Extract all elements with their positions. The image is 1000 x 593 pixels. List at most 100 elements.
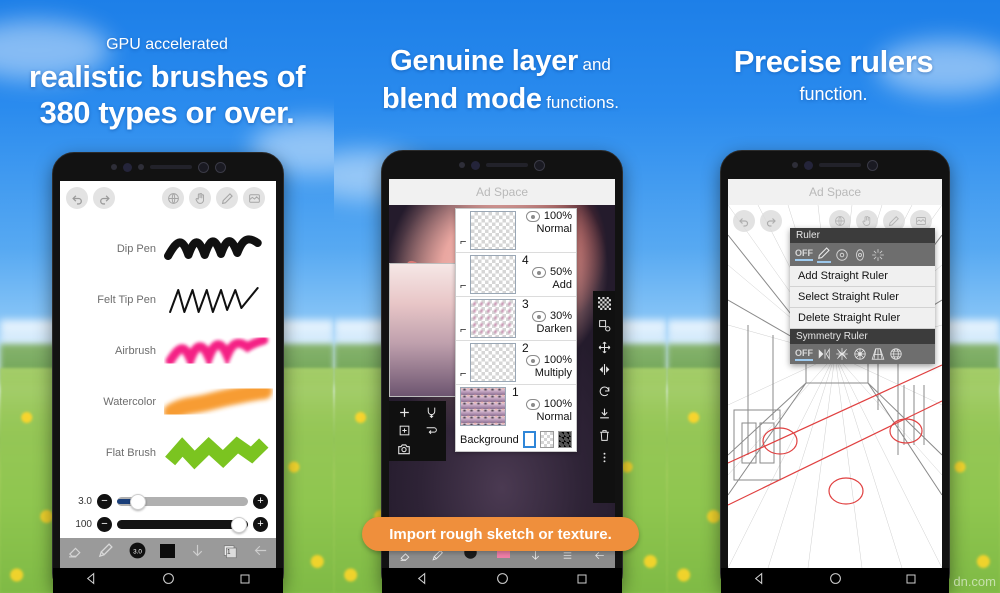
move-icon[interactable] [598, 341, 611, 354]
size-slider-knob[interactable] [129, 493, 146, 510]
eye-icon[interactable] [531, 311, 546, 322]
opacity-icon[interactable]: 3.0 [128, 541, 147, 565]
home-circle-icon[interactable] [162, 572, 175, 590]
camera-icon[interactable] [393, 442, 415, 456]
ruler-menu-item-select[interactable]: Select Straight Ruler [790, 287, 935, 308]
back-triangle-icon[interactable] [753, 572, 766, 590]
redo-icon[interactable] [93, 187, 115, 209]
kaleido-icon[interactable] [835, 347, 849, 361]
opacity-slider-track[interactable] [117, 516, 248, 533]
layer-thumbnail[interactable]: ⌐ [460, 211, 516, 250]
merge-icon[interactable] [420, 406, 442, 419]
minus-button[interactable]: − [97, 494, 112, 509]
plus-button[interactable]: + [253, 494, 268, 509]
ad-space-banner-3[interactable]: Ad Space [728, 179, 942, 205]
recents-square-icon[interactable] [576, 572, 588, 590]
pencil-icon[interactable] [216, 187, 238, 209]
flip-layer-icon[interactable] [420, 424, 442, 437]
ruler-menu-item-add[interactable]: Add Straight Ruler [790, 266, 935, 287]
home-circle-icon[interactable] [496, 572, 509, 590]
background-swatch-white[interactable] [522, 431, 537, 448]
rotate-icon[interactable] [598, 385, 611, 398]
layer-visibility-row[interactable]: 50% [522, 266, 572, 279]
layer-visibility-row[interactable]: 100% [512, 398, 572, 411]
ruler-menu-item-delete[interactable]: Delete Straight Ruler [790, 308, 935, 329]
transform-icon[interactable] [598, 319, 611, 332]
ad-space-banner-2[interactable]: Ad Space [389, 179, 615, 205]
drawing-canvas-3[interactable]: Ruler OFF Add Straight Ruler Select Stra… [728, 204, 942, 568]
brush-icon[interactable] [97, 542, 114, 564]
layer-opacity: 50% [549, 266, 572, 278]
brush-row[interactable]: Flat Brush [60, 431, 276, 475]
eye-icon[interactable] [525, 211, 540, 222]
brush-label: Felt Tip Pen [97, 293, 156, 306]
background-swatch-transparent[interactable] [540, 431, 555, 448]
undo-icon[interactable] [733, 210, 755, 232]
more-icon[interactable] [598, 451, 611, 464]
back-triangle-icon[interactable] [85, 572, 98, 590]
drawing-canvas-2[interactable]: ⌐ 100% Normal ⌐ 4 50% Add ⌐ 3 30% Darken… [389, 205, 615, 568]
down-arrow-icon[interactable] [189, 542, 206, 564]
layer-row[interactable]: ⌐ 4 50% Add [456, 253, 576, 297]
recents-square-icon[interactable] [239, 572, 251, 590]
globe-icon[interactable] [162, 187, 184, 209]
undo-icon[interactable] [66, 187, 88, 209]
layer-row[interactable]: ⌐ 2 100% Multiply [456, 341, 576, 385]
eraser-icon[interactable] [67, 542, 84, 564]
recents-square-icon[interactable] [905, 572, 917, 590]
home-circle-icon[interactable] [829, 572, 842, 590]
add-layer-icon[interactable] [393, 406, 415, 419]
brush-row[interactable]: Airbrush [60, 329, 276, 373]
download-icon[interactable] [598, 407, 611, 420]
mirror-icon[interactable] [817, 347, 831, 361]
symmetry-off-toggle[interactable]: OFF [795, 348, 813, 361]
brush-row[interactable]: Felt Tip Pen [60, 278, 276, 322]
ruler-off-toggle[interactable]: OFF [795, 248, 813, 261]
sensor-icon [792, 162, 798, 168]
brush-row[interactable]: Dip Pen [60, 227, 276, 271]
layer-thumbnail[interactable]: ⌐ [460, 299, 516, 338]
layer-thumbnail[interactable] [460, 387, 506, 426]
back-triangle-icon[interactable] [416, 572, 429, 590]
background-swatch-dark[interactable] [558, 431, 573, 448]
minus-button[interactable]: − [97, 517, 112, 532]
layer-thumbnail[interactable]: ⌐ [460, 343, 516, 382]
plus-button[interactable]: + [253, 517, 268, 532]
globe-symmetry-icon[interactable] [889, 347, 903, 361]
eye-icon[interactable] [525, 399, 540, 410]
layer-row[interactable]: ⌐ 100% Normal [456, 209, 576, 253]
layer-thumbnail[interactable]: ⌐ [460, 255, 516, 294]
redo-icon[interactable] [760, 210, 782, 232]
size-slider-track[interactable] [117, 493, 248, 510]
circle-ruler-icon[interactable] [835, 248, 849, 262]
perspective-icon[interactable] [871, 347, 885, 361]
radial-ruler-icon[interactable] [871, 248, 885, 262]
layers-icon[interactable] [243, 187, 265, 209]
checker-icon[interactable] [597, 297, 611, 310]
eye-icon[interactable] [525, 355, 540, 366]
color-swatch-icon[interactable] [159, 543, 176, 564]
phone-bezel-top-1 [53, 153, 283, 181]
flip-icon[interactable] [598, 363, 611, 376]
brush-sliders: 3.0 − + 100 − + [60, 486, 276, 538]
radial-symmetry-icon[interactable] [853, 347, 867, 361]
layer-visibility-row[interactable]: 100% [522, 210, 572, 223]
eye-icon[interactable] [531, 267, 546, 278]
back-arrow-icon[interactable] [252, 542, 269, 564]
layer-row[interactable]: ⌐ 3 30% Darken [456, 297, 576, 341]
opacity-slider-knob[interactable] [230, 516, 247, 533]
brush-row[interactable]: Watercolor [60, 380, 276, 424]
layer-visibility-row[interactable]: 100% [522, 354, 572, 367]
ruler-mode-row: OFF [790, 243, 935, 266]
layer-row[interactable]: 1 100% Normal [456, 385, 576, 428]
trash-icon[interactable] [598, 429, 611, 442]
ellipse-ruler-icon[interactable] [853, 248, 867, 262]
layer-number: 3 [522, 297, 529, 311]
layer-visibility-row[interactable]: 30% [522, 310, 572, 323]
import-sketch-banner[interactable]: Import rough sketch or texture. [362, 517, 639, 551]
layer-count-icon[interactable]: 1 [220, 542, 239, 565]
proximity-sensor-icon [214, 161, 226, 173]
hand-icon[interactable] [189, 187, 211, 209]
duplicate-icon[interactable] [393, 424, 415, 437]
straight-ruler-icon[interactable] [817, 246, 831, 263]
